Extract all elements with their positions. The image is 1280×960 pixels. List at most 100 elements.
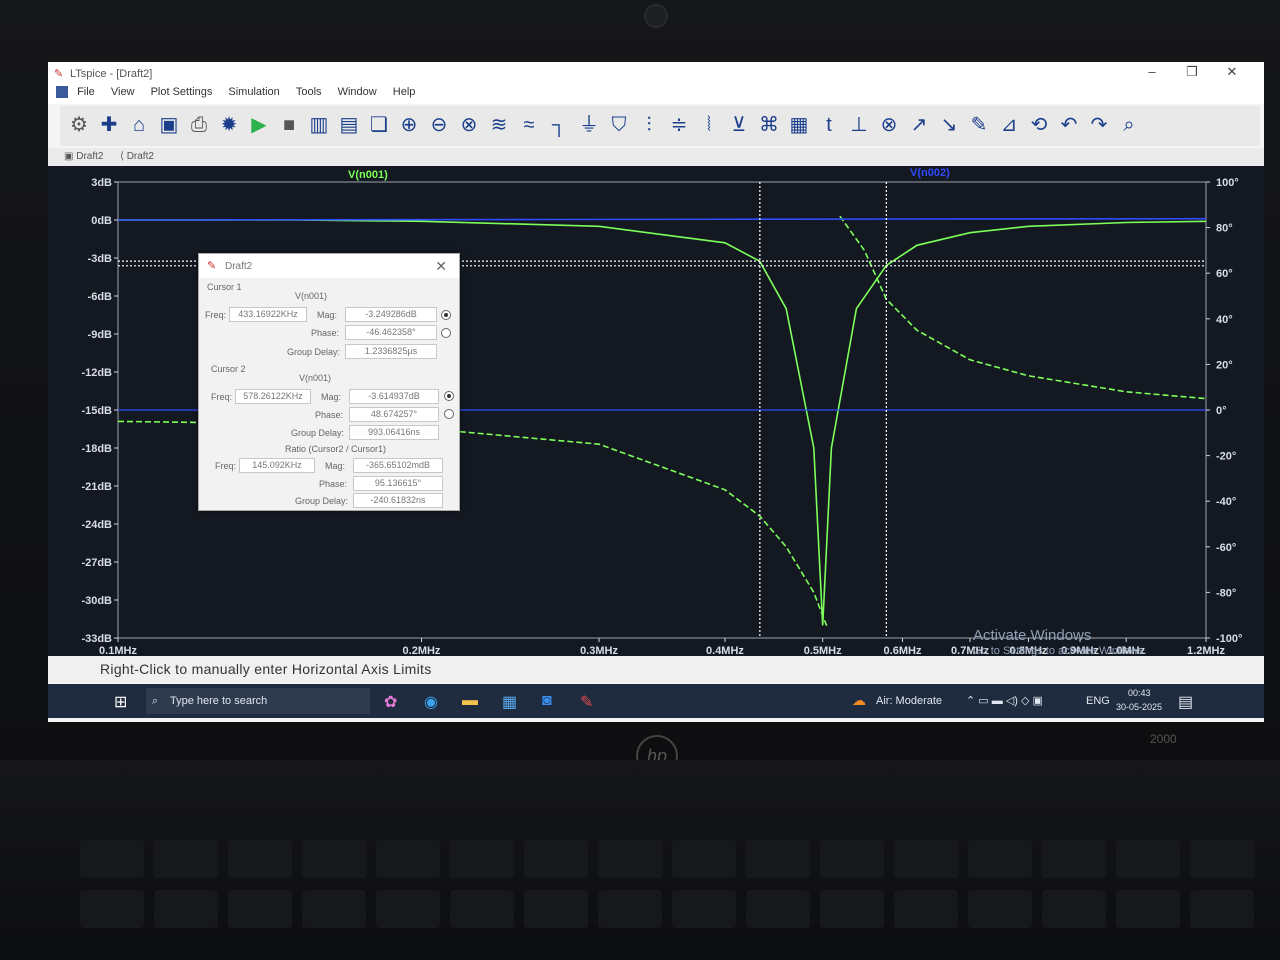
print-icon[interactable]: ⎙: [186, 112, 212, 138]
net-icon[interactable]: ▦: [786, 112, 812, 138]
save-icon[interactable]: ▣: [156, 112, 182, 138]
toolbar: ⚙ ✚ ⌂ ▣ ⎙ ✹ ▶ ■ ▥ ▤ ❏ ⊕ ⊖ ⊗ ≋ ≈ ┐ ⏚ ⛉ ⫶ ≑ ⦚ ⊻ ⌘ ▦ t ⊥ ⊗ ↗ ↘ ✎ ⊿ ⟲ ↶ ↷ ⌕: [60, 106, 1260, 146]
menu-window[interactable]: Window: [338, 86, 377, 98]
move-icon[interactable]: ↗: [906, 112, 932, 138]
trace-label-vn002[interactable]: V(n002): [910, 167, 950, 179]
zoom-out-icon[interactable]: ⊖: [426, 112, 452, 138]
y-tick-label: 0dB: [91, 215, 112, 227]
undo-icon[interactable]: ↶: [1056, 112, 1082, 138]
close-button[interactable]: ✕: [1212, 64, 1252, 80]
menu-help[interactable]: Help: [393, 86, 416, 98]
ratio-phase-field[interactable]: 95.136615°: [353, 476, 443, 491]
notifications-icon[interactable]: ▤: [1178, 692, 1193, 712]
ltspice-taskbar-icon[interactable]: ✎: [580, 692, 593, 712]
delete-icon[interactable]: ⊗: [876, 112, 902, 138]
capacitor-icon[interactable]: ≑: [666, 112, 692, 138]
menu-tools[interactable]: Tools: [296, 86, 322, 98]
menu-simulation[interactable]: Simulation: [228, 86, 279, 98]
cursor2-mag-field[interactable]: -3.614937dB: [349, 389, 439, 404]
edge-icon[interactable]: ◉: [424, 692, 438, 712]
cursor1-phase-field[interactable]: -46.462358°: [345, 325, 437, 340]
cursor2-mag-radio[interactable]: [444, 391, 454, 401]
restore-button[interactable]: ❐: [1172, 64, 1212, 80]
store-icon[interactable]: ▦: [502, 692, 517, 712]
tray-icons[interactable]: ⌃ ▭ ▬ ◁) ◇ ▣: [966, 694, 1043, 707]
taskbar: ⊞ ⌕ Type here to search ✿ ◉ ▬ ▦ ◙ ✎ ☁ Ai…: [48, 684, 1264, 718]
halt-icon[interactable]: ■: [276, 112, 302, 138]
hierarchy-icon[interactable]: ✹: [216, 112, 242, 138]
y-tick-label: -30dB: [81, 595, 112, 607]
label-icon[interactable]: ⛉: [606, 112, 632, 138]
language-indicator[interactable]: ENG: [1086, 695, 1110, 707]
spice-directive-icon[interactable]: ⊥: [846, 112, 872, 138]
keyboard-key: [524, 890, 588, 928]
copilot-icon[interactable]: ✿: [384, 692, 397, 712]
diode-icon[interactable]: ⊻: [726, 112, 752, 138]
file-explorer-icon[interactable]: ▬: [462, 692, 478, 710]
find-icon[interactable]: ⌕: [1116, 112, 1142, 138]
tab-draft2-plot[interactable]: ▣ Draft2: [64, 151, 103, 162]
drag-icon[interactable]: ↘: [936, 112, 962, 138]
rotate-icon[interactable]: ⟲: [1026, 112, 1052, 138]
cursor2-freq-field[interactable]: 578.26122KHz: [235, 389, 311, 404]
open-icon[interactable]: ⌂: [126, 112, 152, 138]
settings-icon[interactable]: ⚙: [66, 112, 92, 138]
ratio-freq-field[interactable]: 145.092KHz: [239, 458, 315, 473]
cursor1-freq-field[interactable]: 433.16922KHz: [229, 307, 307, 322]
start-windows-icon[interactable]: ⊞: [114, 692, 127, 712]
mirror-icon[interactable]: ⊿: [996, 112, 1022, 138]
cursor1-phase-radio[interactable]: [441, 328, 451, 338]
ratio-gd-field[interactable]: -240.61832ns: [353, 493, 443, 508]
keyboard-key: [80, 840, 144, 878]
cursor2-gd-field[interactable]: 993.06416ns: [349, 425, 439, 440]
cursor1-gd-field[interactable]: 1.2336825µs: [345, 344, 437, 359]
menu-bar: File View Plot Settings Simulation Tools…: [48, 86, 1264, 119]
keyboard-key: [746, 840, 810, 878]
inductor-icon[interactable]: ⦚: [696, 112, 722, 138]
keyboard-key: [598, 840, 662, 878]
dialog-close-icon[interactable]: ✕: [435, 258, 447, 275]
new-schematic-icon[interactable]: ✚: [96, 112, 122, 138]
minimize-button[interactable]: –: [1132, 64, 1172, 79]
text-icon[interactable]: t: [816, 112, 842, 138]
autorange-icon[interactable]: ≋: [486, 112, 512, 138]
cascade-icon[interactable]: ❏: [366, 112, 392, 138]
tab-draft2-schematic[interactable]: ⟨ Draft2: [120, 151, 154, 162]
draw-icon[interactable]: ✎: [966, 112, 992, 138]
cursor1-mag-field[interactable]: -3.249286dB: [345, 307, 437, 322]
trace-vn002-mag[interactable]: [117, 217, 1207, 221]
scale-icon[interactable]: ≈: [516, 112, 542, 138]
keyboard-key: [1116, 890, 1180, 928]
cursor2-phase-field[interactable]: 48.674257°: [349, 407, 439, 422]
zoom-in-icon[interactable]: ⊕: [396, 112, 422, 138]
clock-time[interactable]: 00:43: [1128, 688, 1151, 698]
component-icon[interactable]: ⌘: [756, 112, 782, 138]
ratio-header: Ratio (Cursor2 / Cursor1): [285, 444, 387, 454]
y-tick-label: -3dB: [88, 253, 113, 265]
menu-view[interactable]: View: [111, 86, 135, 98]
tile-horizontal-icon[interactable]: ▤: [336, 112, 362, 138]
cursor1-mag-radio[interactable]: [441, 310, 451, 320]
title-bar: ✎ LTspice - [Draft2] – ❐ ✕: [48, 62, 1264, 86]
resistor-icon[interactable]: ⫶: [636, 112, 662, 138]
keyboard-key: [302, 840, 366, 878]
menu-file[interactable]: File: [77, 86, 95, 98]
menu-plot-settings[interactable]: Plot Settings: [151, 86, 213, 98]
weather-text[interactable]: Air: Moderate: [876, 695, 942, 707]
dialog-title-bar[interactable]: ✎ Draft2 ✕: [199, 254, 459, 278]
run-icon[interactable]: ▶: [246, 112, 272, 138]
tile-vertical-icon[interactable]: ▥: [306, 112, 332, 138]
redo-icon[interactable]: ↷: [1086, 112, 1112, 138]
wire-icon[interactable]: ┐: [546, 112, 572, 138]
ground-icon[interactable]: ⏚: [576, 112, 602, 138]
clock-date[interactable]: 30-05-2025: [1116, 702, 1162, 712]
taskbar-search[interactable]: ⌕ Type here to search: [146, 688, 370, 714]
ratio-mag-field[interactable]: -365.65102mdB: [353, 458, 443, 473]
cursor-dialog[interactable]: ✎ Draft2 ✕ Cursor 1 V(n001) Freq: 433.16…: [198, 253, 460, 511]
outlook-icon[interactable]: ◙: [542, 692, 552, 710]
zoom-fit-icon[interactable]: ⊗: [456, 112, 482, 138]
keyboard: [0, 760, 1280, 960]
trace-label-vn001[interactable]: V(n001): [348, 169, 388, 181]
cursor2-phase-radio[interactable]: [444, 409, 454, 419]
keyboard-key: [1190, 840, 1254, 878]
